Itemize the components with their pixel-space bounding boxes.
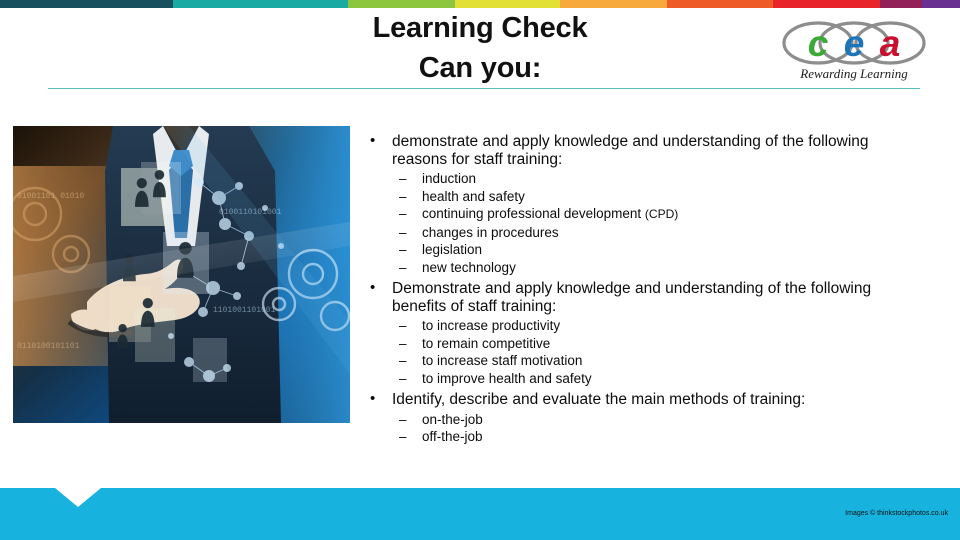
sub-objective-item: – on-the-job	[366, 411, 926, 429]
sub-objective-list: – to increase productivity – to remain comp…	[366, 317, 926, 387]
title-divider	[48, 88, 920, 89]
top-strip-segment-red	[773, 0, 880, 8]
sub-objective-item: – induction	[366, 170, 926, 188]
sub-objective-item: – changes in procedures	[366, 224, 926, 242]
dash-bullet-icon: –	[399, 318, 407, 333]
sub-objective-item: – to increase productivity	[366, 317, 926, 335]
top-color-strip	[0, 0, 960, 8]
top-strip-segment-magenta	[880, 0, 922, 8]
training-technology-photo: 01001101 01010 0100110101001 11010011010…	[13, 126, 350, 423]
dash-bullet-icon: –	[399, 353, 407, 368]
sub-objective-list: – induction – health and safety – continuing …	[366, 170, 926, 276]
dash-bullet-icon: –	[399, 224, 407, 240]
objective-bullet-text: Demonstrate and apply knowledge and unde…	[392, 280, 872, 315]
top-strip-segment-dark-teal	[0, 0, 173, 8]
sub-objective-text: off-the-job	[422, 429, 483, 444]
ccea-logo: c e a Rewarding Learning	[778, 18, 930, 84]
bullet-dot-icon: •	[370, 132, 376, 149]
dash-bullet-icon: –	[399, 188, 407, 204]
bullet-dot-icon: •	[370, 390, 376, 407]
top-strip-segment-green	[348, 0, 455, 8]
dash-bullet-icon: –	[399, 171, 407, 186]
objective-bullet-text: Identify, describe and evaluate the main…	[392, 391, 806, 408]
dash-bullet-icon: –	[399, 411, 407, 427]
sub-objective-item: – to remain competitive	[366, 335, 926, 353]
sub-objective-text: to increase staff motivation	[422, 353, 583, 368]
sub-objective-item: – to increase staff motivation	[366, 352, 926, 370]
sub-objective-text: legislation	[422, 242, 483, 257]
dash-bullet-icon: –	[399, 259, 407, 275]
sub-objective-item: – to improve health and safety	[366, 370, 926, 388]
sub-objective-item: – off-the-job	[366, 428, 926, 446]
sub-objective-text: to increase productivity	[422, 318, 561, 333]
sub-objective-text: health and safety	[422, 188, 525, 204]
svg-text:0110100101101: 0110100101101	[17, 342, 80, 351]
logo-letter-a: a	[880, 23, 901, 64]
dash-bullet-icon: –	[399, 335, 407, 351]
footer-notch-triangle	[55, 488, 101, 507]
sub-objective-list: – on-the-job – off-the-job	[366, 411, 926, 446]
logo-tagline: Rewarding Learning	[799, 66, 908, 81]
sub-objective-item: – health and safety	[366, 188, 926, 206]
logo-letter-c: c	[808, 23, 829, 64]
sub-objective-text: to remain competitive	[422, 335, 551, 351]
top-strip-segment-purple	[922, 0, 960, 8]
slide: Learning Check Can you: c e a Rewarding …	[0, 0, 960, 540]
sub-objective-text: induction	[422, 171, 477, 186]
logo-letter-e: e	[844, 23, 865, 64]
image-credit: Images © thinkstockphotos.co.uk	[845, 510, 948, 517]
objective-bullet: • Demonstrate and apply knowledge and und…	[366, 279, 926, 315]
ccea-logo-icon: c e a Rewarding Learning	[782, 21, 926, 81]
sub-objective-item: – legislation	[366, 241, 926, 259]
objective-bullet: • demonstrate and apply knowledge and und…	[366, 132, 926, 168]
sub-objective-item: – new technology	[366, 259, 926, 277]
svg-text:01001101 01010: 01001101 01010	[17, 192, 84, 201]
sub-objective-text: to improve health and safety	[422, 370, 592, 386]
sub-objective-note: (CPD)	[644, 207, 679, 221]
dash-bullet-icon: –	[399, 242, 407, 257]
bullet-dot-icon: •	[370, 279, 376, 296]
dash-bullet-icon: –	[399, 206, 407, 221]
dash-bullet-icon: –	[399, 429, 407, 444]
top-strip-segment-orange	[560, 0, 667, 8]
objective-bullet: • Identify, describe and evaluate the mai…	[366, 390, 926, 409]
sub-objective-text: changes in procedures	[422, 224, 559, 240]
top-strip-segment-yellow	[455, 0, 560, 8]
top-strip-segment-teal	[173, 0, 348, 8]
dash-bullet-icon: –	[399, 370, 407, 386]
sub-objective-text: continuing professional development	[422, 206, 645, 221]
learning-objectives-list: • demonstrate and apply knowledge and und…	[366, 132, 926, 450]
sub-objective-text: new technology	[422, 259, 516, 275]
sub-objective-item: – continuing professional development (CP…	[366, 205, 926, 224]
top-strip-segment-dark-orange	[667, 0, 773, 8]
objective-bullet-text: demonstrate and apply knowledge and unde…	[392, 133, 869, 168]
sub-objective-text: on-the-job	[422, 411, 483, 427]
photo-illustration: 01001101 01010 0100110101001 11010011010…	[13, 126, 350, 423]
svg-text:1101001101001: 1101001101001	[213, 306, 276, 315]
